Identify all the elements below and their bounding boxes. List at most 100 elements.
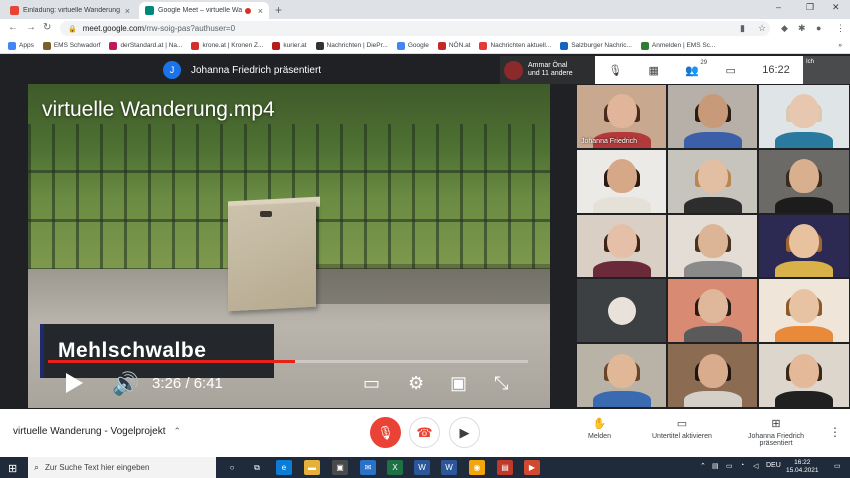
participant-face <box>606 159 637 194</box>
bookmark-apps[interactable]: Apps <box>8 41 34 50</box>
tab-invitation[interactable]: Einladung: virtuelle Wanderung × <box>4 2 136 19</box>
bookmark-noen[interactable]: NÖN.at <box>437 41 471 50</box>
participant-tile[interactable] <box>758 278 850 344</box>
participant-tile[interactable] <box>758 148 850 214</box>
url-host: meet.google.com <box>82 24 145 33</box>
notifications-icon[interactable]: ▭ <box>834 462 841 470</box>
participant-tile[interactable] <box>576 343 667 408</box>
windows-start-icon[interactable]: ⊞ <box>8 462 17 475</box>
subtitles-icon[interactable]: ▭ <box>363 373 380 394</box>
raise-hand-button[interactable]: ✋ Melden <box>588 417 611 440</box>
system-clock[interactable]: 16:22 15.04.2021 <box>786 459 819 475</box>
participant-tile[interactable] <box>758 343 850 408</box>
meeting-name: virtuelle Wanderung - Vogelprojekt <box>13 426 166 437</box>
puzzle-icon[interactable]: ✱ <box>798 23 806 34</box>
participant-tile[interactable] <box>667 343 758 408</box>
bookmark-kurier[interactable]: kurier.at <box>272 41 307 50</box>
leave-call-button[interactable]: ☎ <box>409 417 440 448</box>
tray-chevron-icon[interactable]: ⌃ <box>700 462 706 470</box>
browser-menu-icon[interactable]: ⋮ <box>836 23 845 34</box>
close-tab-icon[interactable]: × <box>258 6 263 16</box>
profile-avatar[interactable]: ● <box>816 23 821 33</box>
speaker-icon[interactable]: ◁ <box>753 462 758 470</box>
self-label: Ich <box>806 59 815 65</box>
camera-permission-icon[interactable]: ▮ <box>740 23 745 34</box>
bookmark-anmelden[interactable]: Anmelden | EMS Sc... <box>640 41 715 50</box>
play-icon[interactable] <box>66 373 83 393</box>
battery-icon[interactable]: ▭ <box>726 462 733 470</box>
chat-icon[interactable]: ▭ <box>725 64 735 77</box>
edge-icon[interactable]: e <box>276 460 292 475</box>
participant-tile[interactable]: Johanna Friedrich <box>576 84 667 149</box>
bookmark-label: kurier.at <box>283 42 307 49</box>
participant-tile[interactable] <box>667 213 758 279</box>
participant-tile[interactable] <box>576 213 667 279</box>
new-tab-button[interactable]: + <box>275 3 282 17</box>
taskbar-search[interactable]: ⌕ Zur Suche Text hier eingeben <box>28 457 216 478</box>
bookmarks-overflow-icon[interactable]: » <box>838 42 842 49</box>
settings-icon[interactable]: ⚙ <box>408 373 424 394</box>
present-button[interactable]: ⊞ Johanna Friedrich präsentiert <box>742 417 810 447</box>
language-indicator[interactable]: DEU <box>766 462 781 469</box>
participant-tile[interactable] <box>576 148 667 214</box>
mic-off-small-icon[interactable]: 🎙 <box>608 64 622 77</box>
excel-icon[interactable]: X <box>387 460 403 475</box>
participant-tile[interactable] <box>667 84 758 149</box>
video-app-icon[interactable]: ▶ <box>524 460 540 475</box>
word-doc-icon[interactable]: W <box>441 460 457 475</box>
pdf-icon[interactable]: ▤ <box>497 460 513 475</box>
bookmark-diepresse[interactable]: Nachrichten | DiePr... <box>315 41 388 50</box>
camera-toggle-button[interactable]: ▶ <box>449 417 480 448</box>
captions-button[interactable]: ▭ Untertitel aktivieren <box>652 417 712 440</box>
participant-tile[interactable] <box>667 278 758 344</box>
video-progress-bar[interactable] <box>48 360 528 363</box>
tab-google-meet[interactable]: Google Meet – virtuelle Wa × <box>139 2 269 19</box>
address-bar[interactable]: 🔒 meet.google.com/rrw-soig-pas?authuser=… <box>60 21 770 36</box>
word-icon[interactable]: W <box>414 460 430 475</box>
close-tab-icon[interactable]: × <box>125 6 130 16</box>
cortana-icon[interactable]: ○ <box>224 460 240 475</box>
self-view-tile[interactable]: Ich <box>803 56 850 84</box>
chrome-icon[interactable]: ◉ <box>469 460 485 475</box>
bookmark-google[interactable]: Google <box>396 41 429 50</box>
wifi-icon[interactable]: ◔ <box>740 462 744 469</box>
participant-face <box>606 94 637 129</box>
people-icon[interactable]: 👥 29 <box>685 60 707 77</box>
meet-clock: 16:22 <box>762 64 790 76</box>
volume-icon[interactable]: 🔊 <box>112 371 139 397</box>
minimize-button[interactable]: – <box>776 2 781 12</box>
gmail-icon <box>10 6 19 15</box>
extension-icon[interactable]: ◆ <box>781 23 788 34</box>
bookmark-label: NÖN.at <box>448 42 471 49</box>
miniplayer-icon[interactable]: ▣ <box>450 373 467 394</box>
participant-tile[interactable] <box>758 84 850 149</box>
participant-tile[interactable] <box>758 213 850 279</box>
back-icon[interactable]: ← <box>8 22 18 33</box>
bookmark-derstandard[interactable]: derStandard.at | Na... <box>109 41 182 50</box>
participant-face <box>697 288 728 323</box>
presentation-video[interactable]: virtuelle Wanderung.mp4 Mehlschwalbe 🔊 3… <box>28 84 550 408</box>
bookmark-ems-schwadorf[interactable]: EMS Schwadorf <box>42 41 100 50</box>
mic-toggle-button[interactable]: 🎙 <box>370 417 401 448</box>
file-explorer-icon[interactable]: ▬ <box>304 460 320 475</box>
store-icon[interactable]: ▣ <box>332 460 348 475</box>
participant-tile[interactable] <box>576 278 667 344</box>
network-icon[interactable]: ▤ <box>712 462 719 470</box>
more-options-icon[interactable]: ⋮ <box>829 425 841 439</box>
participant-tile[interactable] <box>667 148 758 214</box>
grid-layout-icon[interactable]: ▦ <box>649 64 659 77</box>
exit-fullscreen-icon[interactable]: ⤡ <box>494 373 508 394</box>
participant-body <box>592 390 651 407</box>
reload-icon[interactable]: ↻ <box>43 22 51 33</box>
task-view-icon[interactable]: ⧉ <box>249 460 265 475</box>
bookmark-krone[interactable]: krone.at | Kronen Z... <box>191 41 263 50</box>
close-window-button[interactable]: ✕ <box>832 2 840 13</box>
maximize-button[interactable]: ❐ <box>806 2 814 13</box>
bookmark-star-icon[interactable]: ☆ <box>758 23 766 34</box>
bookmark-nachrichten[interactable]: Nachrichten aktuell... <box>479 41 551 50</box>
bookmark-salzburger[interactable]: Salzburger Nachric... <box>560 41 632 50</box>
forward-icon[interactable]: → <box>26 22 36 33</box>
hand-icon: ✋ <box>592 418 607 430</box>
mail-icon[interactable]: ✉ <box>360 460 376 475</box>
meeting-details[interactable]: virtuelle Wanderung - Vogelprojekt ⌃ <box>13 426 181 437</box>
